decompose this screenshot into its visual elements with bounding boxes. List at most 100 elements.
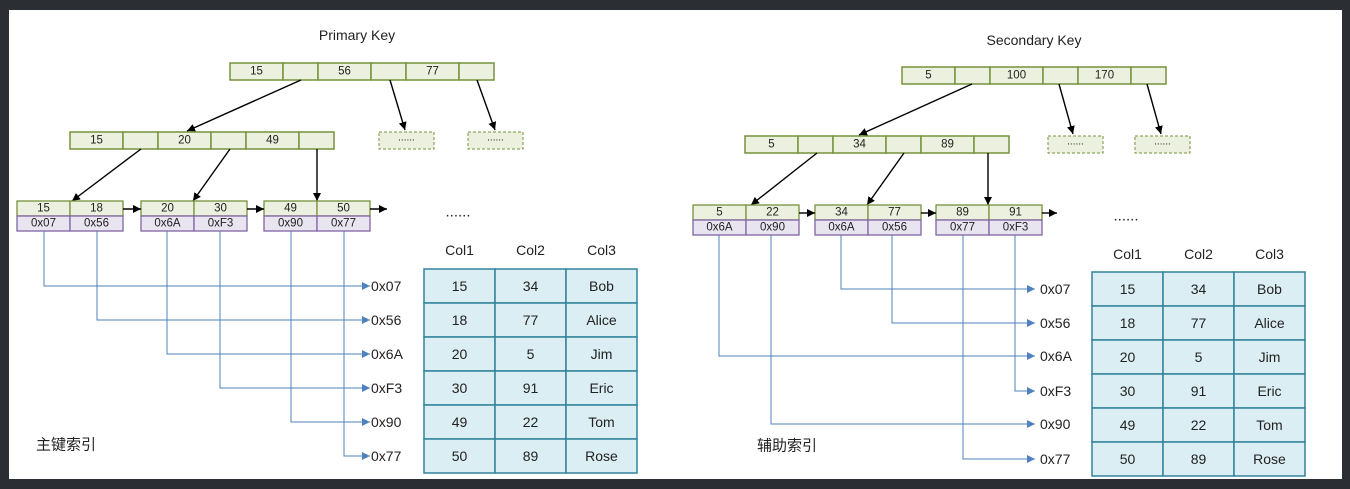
primary-table-value: Rose: [585, 448, 618, 464]
address-label: 0x56: [1040, 315, 1071, 331]
address-label: 0x90: [1040, 416, 1071, 432]
tree-pointer-arrow: [192, 148, 231, 202]
secondary-table-column-header: Col1: [1113, 246, 1142, 262]
primary-table-value: 20: [452, 346, 468, 362]
address-label: 0x77: [371, 448, 402, 464]
primary-table-value: 34: [523, 278, 539, 294]
root-node-key: 5: [925, 70, 931, 82]
primary-table-value: 18: [452, 312, 468, 328]
secondary-table-value: 50: [1120, 451, 1136, 467]
leaf-node-pointer: 0xF3: [1003, 222, 1029, 234]
secondary-table-column-header: Col3: [1255, 246, 1284, 262]
leaf-node-pointer: 0xF3: [208, 218, 234, 230]
collapsed-node-text: ......: [1154, 137, 1171, 148]
tree-pointer-arrow: [866, 152, 905, 206]
collapsed-node-text: ......: [487, 133, 504, 144]
internal-node-cell: [210, 131, 247, 150]
root-node-cell: [370, 62, 407, 81]
primary-table-value: 15: [452, 278, 468, 294]
leaf-node-key: 20: [161, 203, 174, 215]
primary-table-value: 49: [452, 414, 468, 430]
leaf-node-key: 15: [37, 203, 50, 215]
index-diagram: Primary Key 15 56 77 15 20 49...... ...... 15 0x0…: [16, 27, 1306, 477]
primary-table-value: Alice: [586, 312, 617, 328]
root-node-cell: [1042, 66, 1079, 85]
secondary-table-column-header: Col2: [1184, 246, 1213, 262]
tree-pointer-arrow: [1058, 83, 1075, 135]
primary-table-value: Tom: [588, 414, 614, 430]
primary-table-value: 30: [452, 380, 468, 396]
secondary-table-value: Bob: [1257, 281, 1282, 297]
leaf-node-pointer: 0x56: [882, 222, 907, 234]
leaf-node-pointer: 0x6A: [828, 222, 855, 234]
tree-pointer-arrow: [858, 83, 973, 136]
secondary-table-value: Jim: [1259, 349, 1281, 365]
leaf-node-pointer: 0x07: [31, 218, 56, 230]
address-label: 0x07: [1040, 281, 1071, 297]
leaf-node-key: 49: [284, 203, 297, 215]
primary-table-value: 89: [523, 448, 539, 464]
internal-node-cell: [797, 135, 834, 154]
primary-table-value: 50: [452, 448, 468, 464]
tree-title: Secondary Key: [987, 32, 1082, 48]
primary-table-value: 5: [527, 346, 535, 362]
internal-node-key: 49: [266, 135, 279, 147]
address-label: 0xF3: [1040, 383, 1071, 399]
secondary-table-value: 30: [1120, 383, 1136, 399]
address-label: 0x6A: [1040, 348, 1073, 364]
leaf-node-pointer: 0x90: [760, 222, 785, 234]
leaf-node-key: 5: [716, 207, 722, 219]
record-pointer-line: [770, 235, 1035, 428]
root-node-cell: [282, 62, 319, 81]
primary-table-value: Bob: [589, 278, 614, 294]
primary-table-column-header: Col2: [516, 242, 545, 258]
internal-node-key: 5: [768, 139, 774, 151]
secondary-table-value: 77: [1191, 315, 1207, 331]
tree-pointer-arrow: [750, 152, 818, 206]
secondary-table-value: Eric: [1257, 383, 1281, 399]
tree-pointer-arrow: [389, 79, 407, 131]
secondary-table-value: Tom: [1256, 417, 1282, 433]
internal-node-cell: [973, 135, 1010, 154]
primary-table-value: 22: [523, 414, 539, 430]
secondary-table-value: Rose: [1253, 451, 1286, 467]
record-pointer-line: [290, 231, 370, 426]
address-label: 0x77: [1040, 451, 1071, 467]
index-caption: 主键索引: [36, 437, 96, 454]
primary-table-value: Jim: [591, 346, 613, 362]
secondary-table-value: Alice: [1254, 315, 1285, 331]
root-node-key: 15: [250, 66, 263, 78]
internal-node-key: 20: [178, 135, 191, 147]
leaf-node-key: 30: [214, 203, 227, 215]
index-caption: 辅助索引: [757, 438, 817, 455]
secondary-table-value: 20: [1120, 349, 1136, 365]
leaf-node-key: 77: [888, 207, 901, 219]
internal-node-key: 34: [853, 139, 866, 151]
root-node-cell: [954, 66, 991, 85]
leaf-node-pointer: 0x90: [278, 218, 303, 230]
diagram-canvas: Primary Key 15 56 77 15 20 49............ 15 0x0…: [9, 10, 1342, 479]
secondary-table-value: 34: [1191, 281, 1207, 297]
root-node-key: 56: [338, 66, 351, 78]
leaf-node-key: 91: [1009, 207, 1022, 219]
address-label: 0x6A: [371, 346, 404, 362]
record-pointer-line: [718, 235, 1035, 360]
secondary-table-value: 49: [1120, 417, 1136, 433]
tree-pointer-arrow: [476, 79, 497, 131]
record-pointer-line: [96, 231, 370, 324]
leaf-node-pointer: 0x56: [84, 218, 109, 230]
secondary-table-value: 22: [1191, 417, 1207, 433]
internal-node-cell: [885, 135, 922, 154]
internal-node-cell: [298, 131, 335, 150]
primary-table-column-header: Col1: [445, 242, 474, 258]
secondary-table-value: 5: [1195, 349, 1203, 365]
leaf-ellipsis: ......: [1113, 208, 1138, 225]
leaf-node-key: 50: [337, 203, 350, 215]
address-label: 0x07: [371, 278, 402, 294]
record-pointer-line: [219, 231, 370, 392]
root-node-key: 170: [1095, 70, 1114, 82]
record-pointer-line: [43, 231, 370, 290]
leaf-node-key: 34: [835, 207, 848, 219]
tree-title: Primary Key: [319, 27, 395, 43]
primary-table-column-header: Col3: [587, 242, 616, 258]
